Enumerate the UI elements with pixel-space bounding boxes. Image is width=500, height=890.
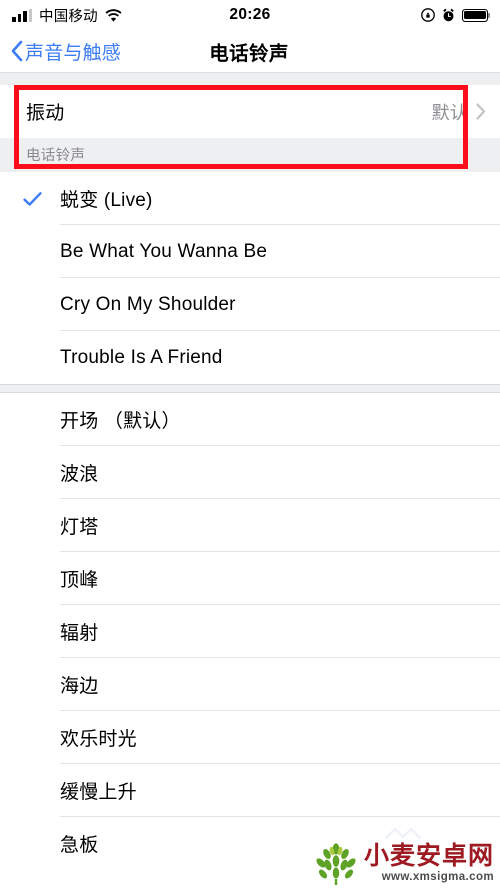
- status-bar: 中国移动 20:26: [0, 0, 500, 30]
- list-item[interactable]: 海边: [0, 658, 500, 711]
- vibration-card: 振动 默认: [0, 85, 500, 138]
- system-ringtone-list: 开场 （默认） 波浪 灯塔 顶峰 辐射 海边 欢乐时光 缓慢上升 急板: [0, 393, 500, 870]
- checkmark-icon: [23, 191, 42, 206]
- custom-ringtone-list: 蜕变 (Live) Be What You Wanna Be Cry On My…: [0, 172, 500, 384]
- list-item-label: 蜕变 (Live): [60, 190, 153, 211]
- list-item[interactable]: 蜕变 (Live): [0, 172, 500, 225]
- chevron-left-icon: [10, 40, 23, 62]
- list-item[interactable]: 波浪: [0, 446, 500, 499]
- list-item-label: Trouble Is A Friend: [60, 346, 223, 368]
- list-item-label: 海边: [60, 676, 99, 697]
- list-item[interactable]: 欢乐时光: [0, 711, 500, 764]
- list-item[interactable]: Cry On My Shoulder: [0, 278, 500, 331]
- list-item-label: 顶峰: [60, 570, 99, 591]
- swipe-gesture-indicator: [384, 825, 422, 841]
- list-item[interactable]: 辐射: [0, 605, 500, 658]
- list-item[interactable]: 缓慢上升: [0, 764, 500, 817]
- watermark-text: 小麦安卓网 www.xmsigma.com: [364, 844, 494, 884]
- list-item-label: 欢乐时光: [60, 729, 137, 750]
- section-header-ringtone: 电话铃声: [0, 138, 500, 172]
- list-item[interactable]: 开场 （默认）: [0, 393, 500, 446]
- watermark: 小麦安卓网 www.xmsigma.com: [313, 843, 494, 885]
- list-item[interactable]: 顶峰: [0, 552, 500, 605]
- navigation-bar: 声音与触感 电话铃声: [0, 30, 500, 73]
- chevron-right-icon: [476, 103, 486, 120]
- watermark-title: 小麦安卓网: [363, 842, 494, 871]
- vibration-value: 默认: [431, 102, 468, 123]
- list-item[interactable]: 灯塔: [0, 499, 500, 552]
- list-item-label: 波浪: [60, 464, 99, 485]
- list-item-label: 缓慢上升: [60, 782, 137, 803]
- list-item[interactable]: Trouble Is A Friend: [0, 331, 500, 384]
- vibration-row[interactable]: 振动 默认: [0, 85, 500, 138]
- group-separator: [0, 384, 500, 393]
- status-bar-clock: 20:26: [229, 6, 271, 23]
- top-spacer: [0, 73, 500, 85]
- list-item-label: Cry On My Shoulder: [60, 293, 236, 315]
- list-item[interactable]: Be What You Wanna Be: [0, 225, 500, 278]
- back-button-label: 声音与触感: [25, 42, 122, 64]
- back-button[interactable]: 声音与触感: [0, 38, 121, 65]
- list-item-label: Be What You Wanna Be: [60, 240, 268, 262]
- watermark-url: www.xmsigma.com: [381, 871, 494, 884]
- vibration-label: 振动: [26, 103, 65, 124]
- settings-content: 振动 默认 电话铃声 蜕变 (Live) Be What You Wanna B…: [0, 73, 500, 870]
- list-item-label: 开场 （默认）: [60, 411, 181, 432]
- list-item-label: 急板: [60, 835, 99, 856]
- wheat-logo-icon: [313, 843, 359, 885]
- list-item-label: 灯塔: [60, 517, 99, 538]
- list-item-label: 辐射: [60, 623, 99, 644]
- battery-full-icon: [462, 8, 491, 22]
